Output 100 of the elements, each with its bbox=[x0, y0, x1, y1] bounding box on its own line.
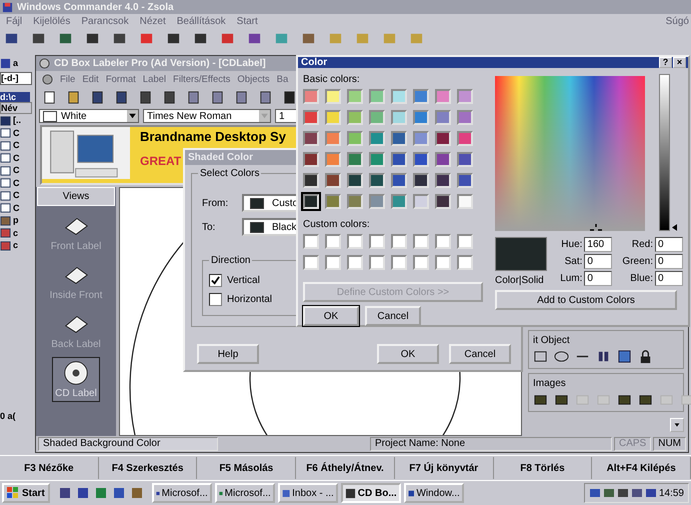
color-swatch[interactable] bbox=[413, 89, 429, 104]
barcode-icon[interactable] bbox=[596, 349, 611, 364]
color-spectrum[interactable] bbox=[495, 76, 645, 231]
number-field[interactable]: 0 bbox=[584, 271, 612, 286]
color-swatch[interactable] bbox=[391, 131, 407, 146]
number-field[interactable]: 0 bbox=[655, 254, 683, 269]
color-swatch[interactable] bbox=[413, 152, 429, 167]
color-swatch[interactable] bbox=[457, 89, 473, 104]
color-swatch[interactable] bbox=[347, 194, 363, 209]
color-swatch[interactable] bbox=[435, 89, 451, 104]
taskbar-button[interactable]: Window... bbox=[404, 483, 464, 503]
color-swatch[interactable] bbox=[303, 110, 319, 125]
color-swatch[interactable] bbox=[391, 89, 407, 104]
color-swatch[interactable] bbox=[391, 152, 407, 167]
color-swatch[interactable] bbox=[457, 110, 473, 125]
color-swatch[interactable] bbox=[435, 173, 451, 188]
drive-label[interactable]: a bbox=[13, 58, 18, 68]
number-field[interactable]: 160 bbox=[584, 237, 612, 252]
file-name[interactable]: c bbox=[13, 228, 18, 238]
custom-color-slot[interactable] bbox=[413, 255, 429, 270]
lock-icon[interactable] bbox=[638, 349, 653, 364]
cancel-button[interactable]: Cancel bbox=[365, 306, 421, 326]
custom-color-slot[interactable] bbox=[347, 234, 363, 249]
cancel-button[interactable]: Cancel bbox=[449, 344, 511, 364]
custom-color-slot[interactable] bbox=[303, 255, 319, 270]
menu-item[interactable]: Súgó bbox=[666, 16, 689, 26]
custom-color-slot[interactable] bbox=[457, 255, 473, 270]
color-swatch[interactable] bbox=[391, 194, 407, 209]
custom-color-slot[interactable] bbox=[325, 234, 341, 249]
custom-color-slot[interactable] bbox=[435, 255, 451, 270]
color-swatch[interactable] bbox=[435, 194, 451, 209]
color-swatch[interactable] bbox=[413, 110, 429, 125]
new-file-icon[interactable] bbox=[42, 90, 57, 104]
color-swatch[interactable] bbox=[369, 110, 385, 125]
picture-icon[interactable] bbox=[617, 349, 632, 364]
custom-color-slot[interactable] bbox=[347, 255, 363, 270]
color-swatch[interactable] bbox=[303, 152, 319, 167]
color-swatch[interactable] bbox=[435, 152, 451, 167]
color-swatch[interactable] bbox=[457, 152, 473, 167]
custom-color-slot[interactable] bbox=[325, 255, 341, 270]
file-name[interactable]: C bbox=[13, 202, 20, 213]
help-button[interactable]: Help bbox=[197, 344, 259, 364]
file-name[interactable]: c bbox=[13, 240, 18, 250]
color-swatch[interactable] bbox=[303, 173, 319, 188]
color-swatch[interactable] bbox=[325, 194, 341, 209]
color-swatch[interactable] bbox=[369, 131, 385, 146]
ok-button[interactable]: OK bbox=[303, 306, 359, 326]
taskbar-button[interactable]: CD Bo... bbox=[340, 483, 401, 503]
color-swatch[interactable] bbox=[303, 194, 319, 209]
color-dropdown[interactable]: White bbox=[39, 109, 139, 123]
taskbar-button[interactable]: Inbox - ... bbox=[278, 483, 338, 503]
custom-color-slot[interactable] bbox=[391, 234, 407, 249]
help-button[interactable]: ? bbox=[659, 57, 672, 68]
add-to-custom-colors-button[interactable]: Add to Custom Colors bbox=[495, 290, 677, 310]
color-swatch[interactable] bbox=[303, 89, 319, 104]
drive-dropdown[interactable]: [-d-] bbox=[0, 72, 32, 85]
file-name[interactable]: C bbox=[13, 152, 20, 163]
custom-color-slot[interactable] bbox=[435, 234, 451, 249]
color-swatch[interactable] bbox=[347, 173, 363, 188]
color-swatch[interactable] bbox=[435, 131, 451, 146]
file-name[interactable]: C bbox=[13, 128, 20, 138]
color-swatch[interactable] bbox=[457, 173, 473, 188]
checkbox-label[interactable]: Vertical bbox=[227, 275, 260, 286]
file-name[interactable]: C bbox=[13, 140, 20, 150]
font-dropdown[interactable]: Times New Roman bbox=[143, 109, 271, 123]
color-swatch[interactable] bbox=[369, 194, 385, 209]
color-swatch[interactable] bbox=[413, 131, 429, 146]
color-swatch[interactable] bbox=[369, 89, 385, 104]
menu-item[interactable]: Label bbox=[142, 74, 166, 84]
ok-button[interactable]: OK bbox=[377, 344, 439, 364]
color-swatch[interactable] bbox=[325, 152, 341, 167]
caret-icon[interactable] bbox=[127, 110, 138, 122]
menu-item[interactable]: Fájl bbox=[6, 16, 22, 26]
color-swatch[interactable] bbox=[347, 89, 363, 104]
file-name[interactable]: [.. bbox=[13, 115, 21, 126]
custom-color-slot[interactable] bbox=[369, 255, 385, 270]
number-field[interactable]: 0 bbox=[584, 254, 612, 269]
close-button[interactable]: × bbox=[673, 57, 686, 68]
custom-color-slot[interactable] bbox=[457, 234, 473, 249]
number-field[interactable]: 0 bbox=[655, 237, 683, 252]
column-header[interactable]: Név bbox=[0, 102, 32, 114]
ellipse-icon[interactable] bbox=[554, 349, 569, 364]
taskbar-button[interactable]: Microsof... bbox=[152, 483, 212, 503]
rectangle-icon[interactable] bbox=[533, 349, 548, 364]
color-swatch[interactable] bbox=[391, 110, 407, 125]
menu-item[interactable]: Parancsok bbox=[81, 16, 129, 26]
file-name[interactable]: C bbox=[13, 190, 20, 200]
custom-color-slot[interactable] bbox=[413, 234, 429, 249]
color-swatch[interactable] bbox=[369, 152, 385, 167]
color-swatch[interactable] bbox=[413, 173, 429, 188]
scroll-down-button[interactable] bbox=[670, 418, 684, 432]
menu-item[interactable]: Start bbox=[236, 16, 258, 26]
color-swatch[interactable] bbox=[325, 89, 341, 104]
number-field[interactable]: 0 bbox=[655, 271, 683, 286]
file-name[interactable]: C bbox=[13, 165, 20, 176]
color-swatch[interactable] bbox=[325, 173, 341, 188]
color-swatch[interactable] bbox=[369, 173, 385, 188]
menu-item[interactable]: Beállítások bbox=[176, 16, 226, 26]
color-swatch[interactable] bbox=[325, 131, 341, 146]
color-swatch[interactable] bbox=[347, 110, 363, 125]
